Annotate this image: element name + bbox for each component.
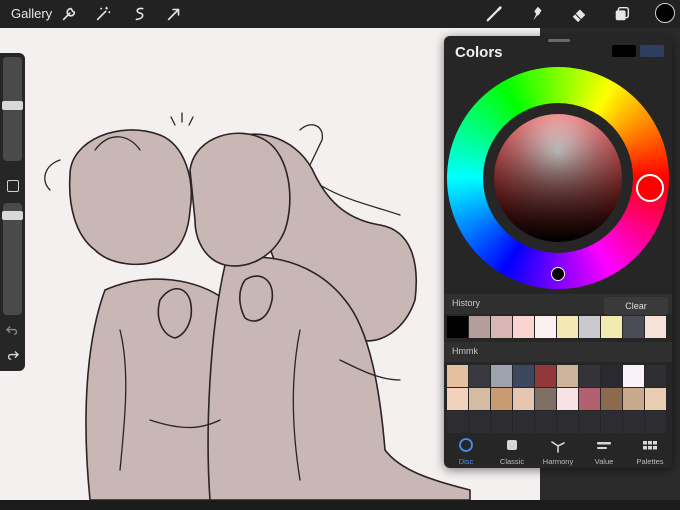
history-label: History: [452, 298, 481, 308]
gallery-button[interactable]: Gallery: [11, 6, 52, 21]
palette-swatch[interactable]: [447, 365, 469, 387]
history-swatch[interactable]: [623, 316, 645, 338]
history-swatch[interactable]: [557, 316, 579, 338]
history-swatch[interactable]: [447, 316, 469, 338]
palette-row: [447, 388, 667, 410]
magic-wand-icon[interactable]: [93, 4, 113, 24]
palette-swatch[interactable]: [491, 411, 513, 433]
clear-history-button[interactable]: Clear: [604, 297, 668, 315]
history-swatches: [447, 316, 667, 338]
palette-swatch[interactable]: [579, 411, 601, 433]
palette-swatch[interactable]: [645, 411, 667, 433]
palette-swatch[interactable]: [645, 365, 667, 387]
history-swatch[interactable]: [535, 316, 557, 338]
palette-swatch[interactable]: [645, 388, 667, 410]
palette-swatch[interactable]: [601, 365, 623, 387]
palettes-grid-icon: [643, 441, 657, 450]
palette-swatch[interactable]: [623, 388, 645, 410]
palette-swatch[interactable]: [623, 365, 645, 387]
palette-swatch[interactable]: [579, 388, 601, 410]
left-sidebar: [0, 53, 25, 371]
palette-swatch[interactable]: [557, 365, 579, 387]
tab-label: Palettes: [636, 457, 664, 466]
palette-swatch[interactable]: [535, 365, 557, 387]
tab-label: Classic: [499, 457, 525, 466]
smudge-icon[interactable]: [527, 4, 547, 24]
transform-arrow-icon[interactable]: [164, 4, 184, 24]
palette-swatch[interactable]: [601, 411, 623, 433]
tab-label: Harmony: [542, 457, 574, 466]
palette-swatch[interactable]: [513, 411, 535, 433]
tab-disc[interactable]: Disc: [444, 434, 488, 468]
wrench-icon[interactable]: [59, 4, 79, 24]
history-swatch[interactable]: [579, 316, 601, 338]
panel-grabber[interactable]: [548, 39, 570, 42]
palette-swatch[interactable]: [491, 388, 513, 410]
layers-icon[interactable]: [612, 4, 632, 24]
palette-swatch[interactable]: [491, 365, 513, 387]
palette-swatch[interactable]: [535, 411, 557, 433]
palette-row: [447, 365, 667, 387]
color-marker[interactable]: [551, 267, 565, 281]
history-swatch[interactable]: [469, 316, 491, 338]
classic-square-icon: [507, 440, 517, 450]
brush-size-thumb[interactable]: [2, 101, 23, 110]
palette-swatch[interactable]: [513, 388, 535, 410]
color-disc[interactable]: [447, 67, 669, 289]
palette-swatch[interactable]: [469, 365, 491, 387]
primary-color-swatch[interactable]: [612, 45, 636, 57]
tab-value[interactable]: Value: [582, 434, 626, 468]
tab-label: Value: [594, 457, 614, 466]
harmony-icon: [551, 441, 565, 453]
eraser-icon[interactable]: [569, 4, 589, 24]
saturation-brightness-disc[interactable]: [494, 114, 622, 242]
tab-harmony[interactable]: Harmony: [536, 434, 580, 468]
palette-swatch[interactable]: [469, 388, 491, 410]
value-sliders-icon: [597, 442, 611, 449]
palette-swatch[interactable]: [579, 365, 601, 387]
selection-icon[interactable]: [130, 4, 150, 24]
bottom-margin: [0, 500, 680, 510]
color-mode-tabs: Disc Classic Harmony Value Palettes: [444, 434, 672, 468]
opacity-thumb[interactable]: [2, 211, 23, 220]
palette-swatch[interactable]: [601, 388, 623, 410]
palette-swatch[interactable]: [557, 388, 579, 410]
panel-title: Colors: [455, 44, 503, 61]
colors-panel: Colors History Clear Hmmk Disc Classic H…: [444, 36, 672, 468]
palette-swatch[interactable]: [469, 411, 491, 433]
undo-icon[interactable]: [6, 324, 19, 337]
palette-swatch[interactable]: [535, 388, 557, 410]
palette-swatch[interactable]: [447, 411, 469, 433]
palette-header: Hmmk: [444, 342, 672, 362]
tab-classic[interactable]: Classic: [490, 434, 534, 468]
tab-label: Disc: [458, 457, 474, 466]
palette-swatch[interactable]: [623, 411, 645, 433]
top-toolbar: Gallery: [0, 0, 680, 28]
secondary-color-swatch[interactable]: [640, 45, 664, 57]
palette-swatch[interactable]: [557, 411, 579, 433]
history-swatch[interactable]: [491, 316, 513, 338]
disc-icon: [459, 438, 473, 452]
current-color-button[interactable]: [655, 3, 675, 23]
hue-marker[interactable]: [636, 174, 664, 202]
modify-button[interactable]: [7, 180, 19, 192]
palette-row: [447, 411, 667, 433]
palette-swatch[interactable]: [513, 365, 535, 387]
redo-icon[interactable]: [6, 349, 19, 362]
history-swatch[interactable]: [601, 316, 623, 338]
brush-icon[interactable]: [484, 4, 504, 24]
history-swatch[interactable]: [645, 316, 667, 338]
palette-label: Hmmk: [452, 346, 478, 356]
history-swatch[interactable]: [513, 316, 535, 338]
tab-palettes[interactable]: Palettes: [628, 434, 672, 468]
palette-swatch[interactable]: [447, 388, 469, 410]
